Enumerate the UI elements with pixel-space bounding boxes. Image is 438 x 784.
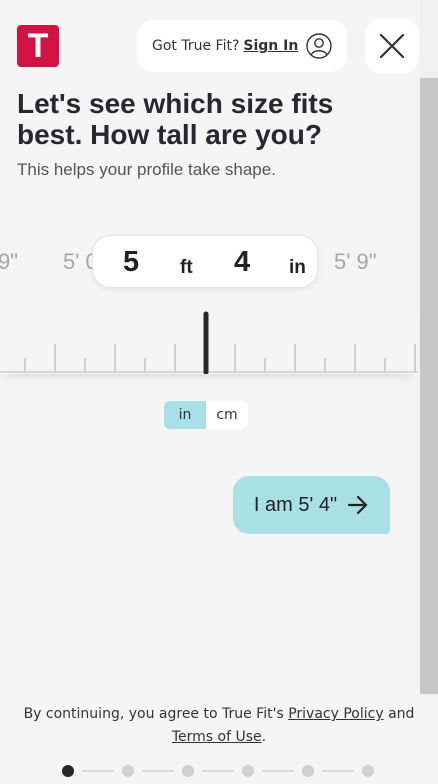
- user-circle-icon[interactable]: [306, 33, 333, 59]
- progress-step-dot: [182, 765, 194, 777]
- sign-in-pill[interactable]: Got True Fit? Sign In: [137, 20, 347, 72]
- height-ruler[interactable]: [0, 300, 418, 375]
- legal-conjunction: and: [383, 706, 415, 722]
- sign-in-link[interactable]: Sign In: [243, 38, 298, 54]
- feet-value: 5: [123, 246, 140, 278]
- progress-step-dot: [62, 765, 74, 777]
- progress-step-dot: [242, 765, 254, 777]
- ruler-ticks: [0, 311, 418, 375]
- legal-notice: By continuing, you agree to True Fit's P…: [0, 703, 438, 749]
- unit-toggle[interactable]: in cm: [164, 401, 248, 429]
- unit-option-cm[interactable]: cm: [206, 401, 248, 429]
- progress-step-dot: [362, 765, 374, 777]
- close-icon: [379, 33, 405, 59]
- logo-letter: T: [27, 26, 49, 65]
- inches-value: 4: [234, 246, 251, 278]
- inches-unit: in: [289, 257, 306, 278]
- progress-indicator: [62, 765, 374, 777]
- true-fit-logo: T: [17, 25, 59, 67]
- sign-in-prompt: Got True Fit?: [152, 38, 240, 54]
- arrow-right-icon: [347, 495, 368, 515]
- page-subtitle: This helps your profile take shape.: [17, 160, 276, 179]
- progress-step-dot: [122, 765, 134, 777]
- legal-suffix: .: [261, 729, 267, 745]
- page-title: Let's see which size fits best. How tall…: [17, 88, 407, 150]
- page-title-line-1: Let's see which size fits: [17, 88, 334, 119]
- feet-unit: ft: [180, 257, 193, 278]
- terms-of-use-link[interactable]: Terms of Use: [172, 729, 262, 745]
- height-option-right[interactable]: 5' 9": [334, 249, 377, 275]
- scrollbar-track[interactable]: [420, 0, 438, 696]
- height-option-left-far[interactable]: 9": [0, 249, 18, 275]
- progress-step-dot: [302, 765, 314, 777]
- page-title-line-2: best. How tall are you?: [17, 119, 322, 150]
- scrollbar-thumb[interactable]: [420, 78, 438, 694]
- confirm-height-label: I am 5' 4": [253, 493, 338, 516]
- legal-prefix: By continuing, you agree to True Fit's: [23, 706, 289, 722]
- unit-option-in[interactable]: in: [164, 401, 206, 429]
- close-button[interactable]: [365, 19, 419, 73]
- confirm-height-button[interactable]: I am 5' 4": [233, 476, 390, 534]
- height-selection-display: 5 ft 4 in: [92, 235, 318, 288]
- privacy-policy-link[interactable]: Privacy Policy: [288, 706, 383, 722]
